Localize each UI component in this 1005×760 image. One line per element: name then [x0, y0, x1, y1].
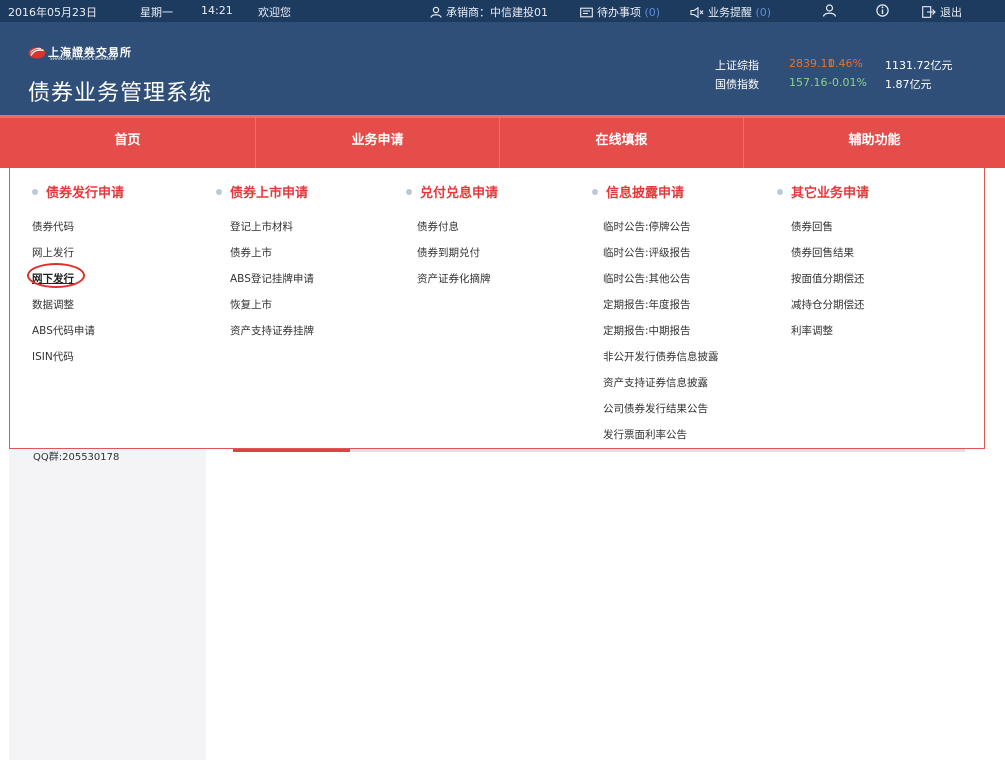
date-text: 2016年05月23日: [8, 6, 97, 19]
content-tab-active-indicator: [233, 449, 350, 452]
menu-item-registration-materials[interactable]: 登记上市材料: [230, 219, 293, 234]
todo-link[interactable]: 待办事项 (0): [580, 4, 660, 20]
system-title: 债券业务管理系统: [28, 81, 213, 106]
sse-logo: 上海證券交易所 SHANGHAI STOCK EXCHANGE: [28, 45, 158, 63]
bullet-icon: [406, 189, 412, 195]
menu-item-abs-code-application[interactable]: ABS代码申请: [32, 323, 95, 338]
logo-english-name: SHANGHAI STOCK EXCHANGE: [50, 56, 117, 61]
menu-column-heading: 兑付兑息申请: [406, 182, 498, 201]
index-turnover: 1.87亿元: [885, 78, 932, 91]
logout-button[interactable]: 退出: [922, 4, 962, 20]
menu-item-abs-delisting[interactable]: 资产证券化摘牌: [417, 271, 491, 286]
menu-item-issuance-result-notice[interactable]: 公司债券发行结果公告: [603, 401, 708, 416]
bullet-icon: [32, 189, 38, 195]
main-navigation: 首页 业务申请 在线填报 辅助功能: [0, 115, 1005, 168]
menu-item-resume-listing[interactable]: 恢复上市: [230, 297, 272, 312]
info-icon: [876, 4, 889, 17]
bullet-icon: [777, 189, 783, 195]
reminder-count: (0): [755, 6, 772, 19]
menu-column-heading: 债券发行申请: [32, 182, 124, 201]
speaker-icon: [690, 7, 704, 18]
tab-home[interactable]: 首页: [0, 118, 255, 168]
menu-item-interest-payment[interactable]: 债券付息: [417, 219, 459, 234]
underwriter-text: 承销商：中信建投01: [446, 6, 548, 19]
time-text: 14:21: [201, 4, 233, 17]
menu-item-interim-report[interactable]: 定期报告:中期报告: [603, 323, 691, 338]
index-change: -0.01%: [828, 76, 867, 89]
index-turnover: 1131.72亿元: [885, 59, 953, 72]
menu-column-heading: 信息披露申请: [592, 182, 684, 201]
menu-item-par-installment[interactable]: 按面值分期偿还: [791, 271, 865, 286]
tab-auxiliary-functions[interactable]: 辅助功能: [743, 118, 1005, 168]
index-change: 0.46%: [828, 57, 863, 70]
people-icon: [822, 4, 837, 17]
people-button[interactable]: [822, 4, 841, 18]
sse-logo-icon: [28, 47, 46, 59]
menu-item-private-bond-disclosure[interactable]: 非公开发行债券信息披露: [603, 349, 719, 364]
selection-highlight-ring: [27, 263, 85, 288]
top-status-bar: 2016年05月23日 星期一 14:21 欢迎您 承销商：中信建投01 待办事…: [0, 0, 1005, 22]
menu-item-online-issuance[interactable]: 网上发行: [32, 245, 74, 260]
underwriter-info: 承销商：中信建投01: [430, 4, 548, 20]
logout-label: 退出: [940, 6, 962, 19]
menu-column-heading: 债券上市申请: [216, 182, 308, 201]
user-icon: [430, 6, 442, 18]
menu-item-bond-code[interactable]: 债券代码: [32, 219, 74, 234]
menu-item-putback-result[interactable]: 债券回售结果: [791, 245, 854, 260]
info-button[interactable]: [876, 4, 893, 18]
menu-item-abs-disclosure[interactable]: 资产支持证券信息披露: [603, 375, 708, 390]
menu-item-annual-report[interactable]: 定期报告:年度报告: [603, 297, 691, 312]
todo-count: (0): [644, 6, 661, 19]
menu-item-abs-listing[interactable]: 资产支持证券挂牌: [230, 323, 314, 338]
welcome-text: 欢迎您: [258, 6, 291, 19]
logout-icon: [922, 6, 936, 18]
qq-group-text: QQ群:205530178: [33, 452, 120, 463]
menu-item-abs-registration[interactable]: ABS登记挂牌申请: [230, 271, 314, 286]
menu-item-other-notice[interactable]: 临时公告:其他公告: [603, 271, 691, 286]
menu-item-data-adjustment[interactable]: 数据调整: [32, 297, 74, 312]
index-label: 国债指数: [715, 78, 759, 91]
weekday-text: 星期一: [140, 6, 173, 19]
business-application-menu: 债券发行申请 债券代码 网上发行 网下发行 数据调整 ABS代码申请 ISIN代…: [9, 168, 985, 449]
tab-business-application[interactable]: 业务申请: [255, 118, 499, 168]
menu-item-rating-report[interactable]: 临时公告:评级报告: [603, 245, 691, 260]
menu-item-isin-code[interactable]: ISIN代码: [32, 349, 74, 364]
menu-item-bond-listing[interactable]: 债券上市: [230, 245, 272, 260]
header-banner: 上海證券交易所 SHANGHAI STOCK EXCHANGE 债券业务管理系统…: [0, 22, 1005, 115]
menu-item-rate-adjustment[interactable]: 利率调整: [791, 323, 833, 338]
todo-label: 待办事项: [597, 6, 641, 19]
tab-online-filing[interactable]: 在线填报: [499, 118, 743, 168]
menu-item-suspension-notice[interactable]: 临时公告:停牌公告: [603, 219, 691, 234]
menu-item-holding-installment[interactable]: 减持仓分期偿还: [791, 297, 865, 312]
menu-item-coupon-rate-notice[interactable]: 发行票面利率公告: [603, 427, 687, 442]
menu-item-maturity-redemption[interactable]: 债券到期兑付: [417, 245, 480, 260]
reminder-link[interactable]: 业务提醒 (0): [690, 4, 771, 20]
menu-column-heading: 其它业务申请: [777, 182, 869, 201]
content-tab-strip: [233, 449, 965, 452]
bullet-icon: [592, 189, 598, 195]
todo-icon: [580, 7, 593, 18]
bullet-icon: [216, 189, 222, 195]
menu-item-bond-putback[interactable]: 债券回售: [791, 219, 833, 234]
index-value: 157.16: [789, 76, 828, 89]
reminder-label: 业务提醒: [708, 6, 752, 19]
index-label: 上证综指: [715, 59, 759, 72]
